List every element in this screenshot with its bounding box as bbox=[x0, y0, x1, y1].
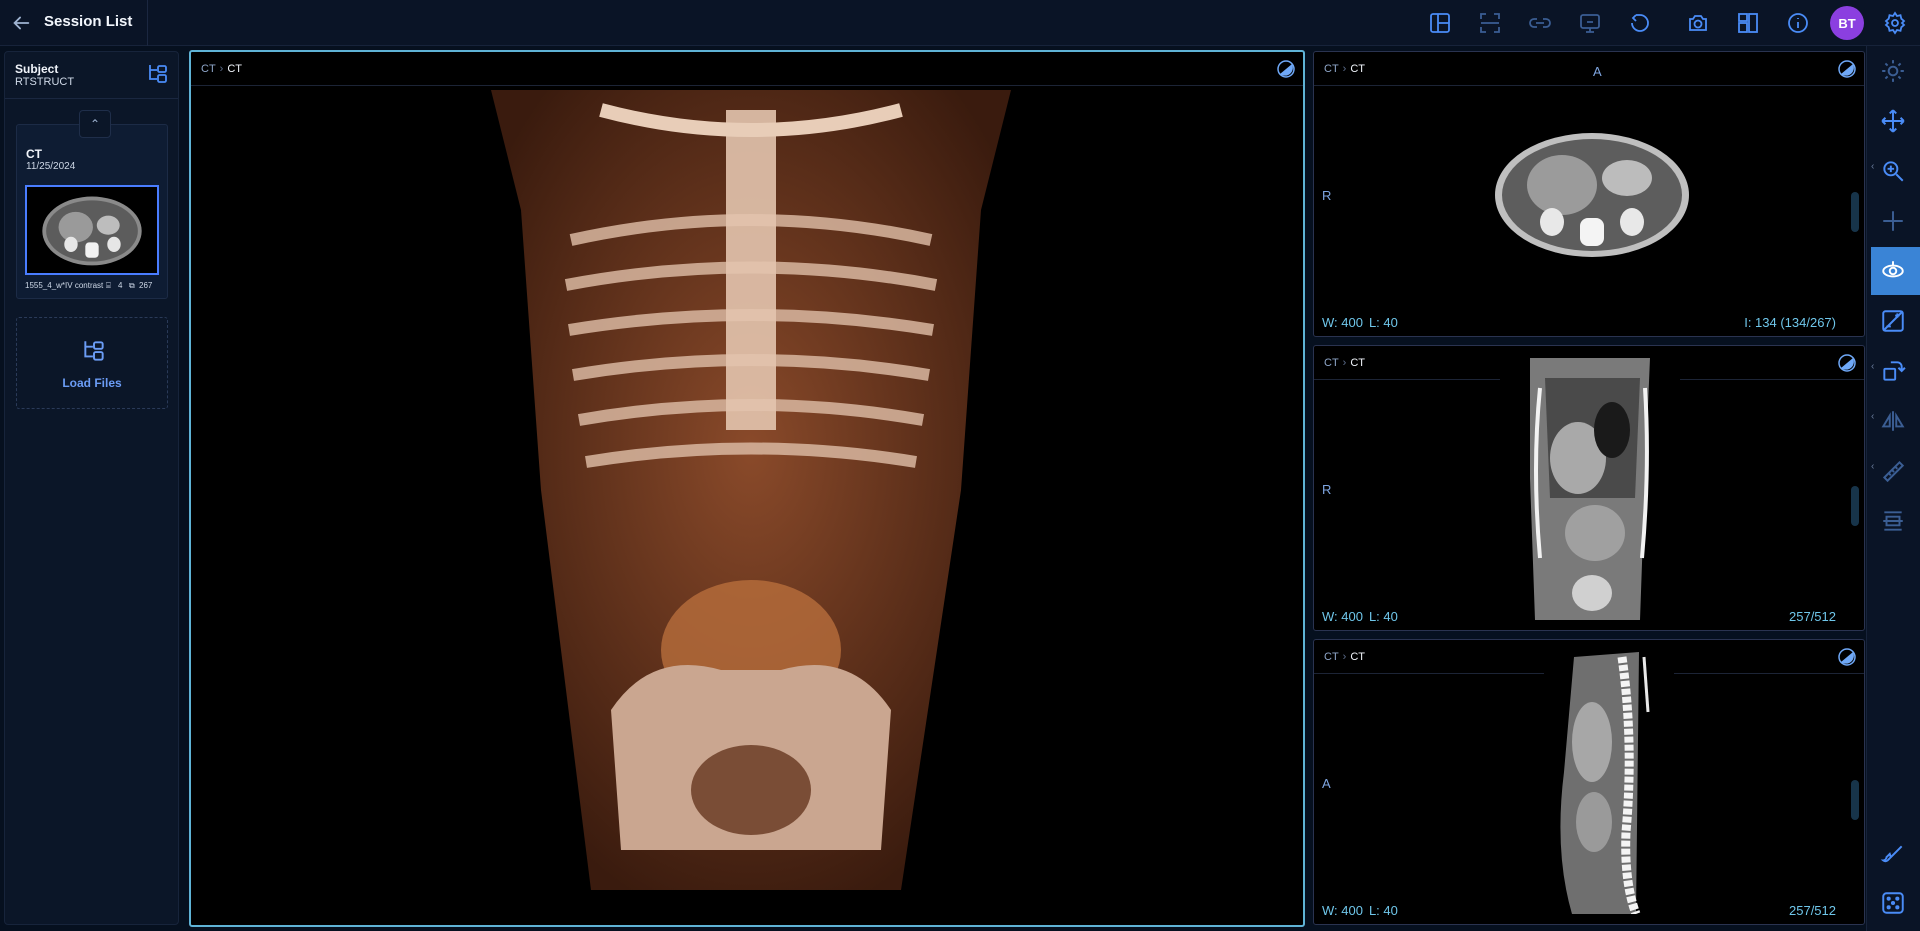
info-icon[interactable] bbox=[1786, 11, 1810, 35]
series-count-b: 267 bbox=[139, 281, 153, 290]
volume-render-image bbox=[481, 90, 1021, 890]
images-icon: ⧉ bbox=[129, 281, 135, 290]
slice-index-readout: 257/512 bbox=[1789, 903, 1836, 918]
breadcrumb[interactable]: CT › CT bbox=[1324, 63, 1365, 75]
divider bbox=[5, 98, 178, 99]
sagittal-slice-image bbox=[1544, 652, 1674, 914]
flip-icon[interactable] bbox=[1880, 408, 1906, 434]
window-level-readout: W: 400 L: 40 bbox=[1322, 609, 1398, 624]
segmentation-icon[interactable] bbox=[1880, 508, 1906, 534]
viewport-3d[interactable]: CT › CT bbox=[189, 50, 1305, 927]
orientation-marker-top: A bbox=[1593, 64, 1602, 79]
zoom-icon[interactable] bbox=[1880, 158, 1906, 184]
rotate-3d-icon[interactable] bbox=[1880, 258, 1906, 284]
series-card[interactable]: CT 11/25/2024 1555_4_w*IV contrast ⌸ 4 ⧉… bbox=[16, 124, 168, 299]
avatar[interactable]: BT bbox=[1830, 6, 1864, 40]
viewport-axial[interactable]: CT › CT A R W: 400 L: 40 I: 134 (134/267) bbox=[1313, 51, 1865, 337]
chevron-up-icon: ⌃ bbox=[89, 117, 101, 131]
study-browser-panel: Subject RTSTRUCT CT 11/25/2024 1555_4_w*… bbox=[4, 51, 179, 925]
rotate-icon[interactable] bbox=[1880, 358, 1906, 384]
viewport-coronal[interactable]: CT › CT R W: 400 L: 40 257/512 bbox=[1313, 345, 1865, 631]
tree-structure-icon[interactable] bbox=[146, 62, 170, 86]
camera-icon[interactable] bbox=[1686, 11, 1710, 35]
chevron-left-icon[interactable]: ‹ bbox=[1871, 161, 1874, 172]
slice-scrollbar[interactable] bbox=[1851, 486, 1859, 526]
load-files-label: Load Files bbox=[62, 376, 122, 390]
tree-structure-icon bbox=[81, 338, 107, 364]
brush-icon[interactable] bbox=[1880, 842, 1906, 868]
back-arrow-icon[interactable] bbox=[10, 12, 32, 34]
series-thumbnail[interactable] bbox=[25, 185, 159, 275]
series-description: 1555_4_w*IV contrast bbox=[25, 281, 104, 290]
breadcrumb[interactable]: CT › CT bbox=[1324, 651, 1365, 663]
breadcrumb[interactable]: CT › CT bbox=[201, 63, 242, 75]
tools-sidebar: ‹ ‹ ‹ ‹ bbox=[1866, 46, 1920, 931]
top-bar: Session List BT bbox=[0, 0, 1920, 46]
frames-icon: ⌸ bbox=[106, 281, 111, 290]
axial-slice-image bbox=[1495, 133, 1689, 257]
coronal-slice-image bbox=[1500, 358, 1680, 620]
viewport-header: CT › CT bbox=[1314, 52, 1864, 86]
crop-icon[interactable] bbox=[1478, 11, 1502, 35]
window-level-readout: W: 400 L: 40 bbox=[1322, 315, 1398, 330]
grid-pattern-icon[interactable] bbox=[1880, 890, 1906, 916]
presentation-icon[interactable] bbox=[1578, 11, 1602, 35]
contrast-icon[interactable] bbox=[1838, 60, 1856, 78]
settings-icon[interactable] bbox=[1883, 11, 1907, 35]
slice-scrollbar[interactable] bbox=[1851, 192, 1859, 232]
collapse-button[interactable]: ⌃ bbox=[79, 110, 111, 138]
pan-icon[interactable] bbox=[1880, 108, 1906, 134]
contrast-icon[interactable] bbox=[1838, 648, 1856, 666]
slice-scrollbar[interactable] bbox=[1851, 780, 1859, 820]
viewport-sagittal[interactable]: CT › CT A W: 400 L: 40 257/512 bbox=[1313, 639, 1865, 925]
slice-index-readout: I: 134 (134/267) bbox=[1744, 315, 1836, 330]
link-icon[interactable] bbox=[1528, 11, 1552, 35]
chevron-left-icon[interactable]: ‹ bbox=[1871, 411, 1874, 422]
load-files-dropzone[interactable]: Load Files bbox=[16, 317, 168, 409]
series-modality: CT bbox=[26, 147, 42, 161]
orientation-marker-left: R bbox=[1322, 188, 1332, 203]
viewport-header: CT › CT bbox=[191, 52, 1303, 86]
breadcrumb[interactable]: CT › CT bbox=[1324, 357, 1365, 369]
subject-value: RTSTRUCT bbox=[15, 76, 75, 88]
orientation-marker-left: A bbox=[1322, 776, 1331, 791]
crosshair-icon[interactable] bbox=[1880, 208, 1906, 234]
chevron-left-icon[interactable]: ‹ bbox=[1871, 461, 1874, 472]
page-title[interactable]: Session List bbox=[44, 13, 132, 30]
slice-index-readout: 257/512 bbox=[1789, 609, 1836, 624]
subject-label: Subject bbox=[15, 62, 59, 76]
divider bbox=[147, 0, 148, 46]
chevron-left-icon[interactable]: ‹ bbox=[1871, 361, 1874, 372]
orientation-marker-left: R bbox=[1322, 482, 1332, 497]
panels-icon[interactable] bbox=[1736, 11, 1760, 35]
reset-icon[interactable] bbox=[1628, 11, 1652, 35]
window-level-readout: W: 400 L: 40 bbox=[1322, 903, 1398, 918]
series-date: 11/25/2024 bbox=[26, 161, 76, 172]
window-level-icon[interactable] bbox=[1880, 308, 1906, 334]
contrast-icon[interactable] bbox=[1838, 354, 1856, 372]
sun-icon[interactable] bbox=[1880, 58, 1906, 84]
contrast-icon[interactable] bbox=[1277, 60, 1295, 78]
layout-icon[interactable] bbox=[1428, 11, 1452, 35]
ruler-icon[interactable] bbox=[1880, 458, 1906, 484]
series-count-a: 4 bbox=[118, 281, 123, 290]
